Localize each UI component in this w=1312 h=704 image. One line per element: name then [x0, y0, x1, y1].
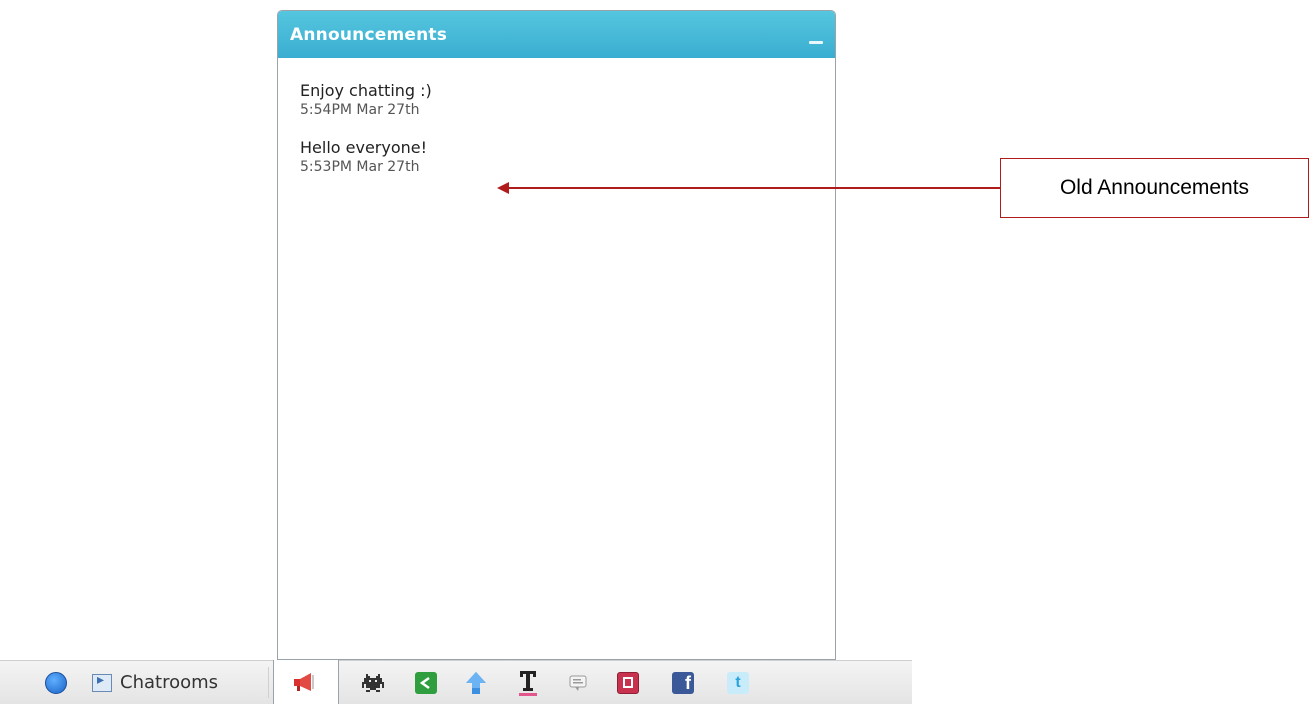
chatrooms-icon [92, 672, 112, 692]
twitter-button[interactable]: t [720, 661, 756, 704]
announcement-item: Hello everyone! 5:53PM Mar 27th [300, 137, 835, 176]
text-format-icon [519, 670, 537, 696]
announcement-item: Enjoy chatting :) 5:54PM Mar 27th [300, 80, 835, 119]
chat-bubble-icon [569, 675, 587, 691]
bottom-toolbar: Chatrooms [0, 660, 912, 704]
home-globe-icon [45, 671, 67, 694]
space-invader-icon [362, 673, 384, 692]
text-format-button[interactable] [510, 661, 546, 704]
announcement-timestamp: 5:54PM Mar 27th [300, 102, 420, 118]
announcement-text: Hello everyone! [300, 138, 428, 157]
facebook-icon: f [672, 671, 694, 694]
chatrooms-button[interactable]: Chatrooms [88, 661, 268, 704]
old-announcements-callout: Old Announcements [1000, 158, 1309, 218]
upload-button[interactable] [458, 661, 494, 704]
facebook-button[interactable]: f [665, 661, 701, 704]
megaphone-icon [294, 673, 314, 691]
share-icon [415, 671, 437, 694]
chatrooms-label: Chatrooms [120, 672, 219, 693]
announcements-tab[interactable] [273, 660, 339, 704]
home-button[interactable] [40, 661, 72, 704]
twitter-icon: t [727, 671, 749, 694]
announcements-panel: Announcements Enjoy chatting :) 5:54PM M… [277, 10, 836, 660]
games-button[interactable] [355, 661, 391, 704]
share-button[interactable] [408, 661, 444, 704]
panel-title: Announcements [290, 24, 448, 45]
callout-arrow [497, 182, 1000, 194]
panel-header: Announcements [278, 11, 835, 58]
announcement-text: Enjoy chatting :) [300, 81, 432, 100]
save-icon [617, 671, 639, 694]
announcement-timestamp: 5:53PM Mar 27th [300, 159, 420, 175]
minimize-icon[interactable] [809, 32, 823, 46]
announcement-list: Enjoy chatting :) 5:54PM Mar 27th Hello … [278, 58, 835, 176]
upload-arrow-icon [466, 671, 486, 694]
save-button[interactable] [610, 661, 646, 704]
divider [268, 667, 269, 698]
chat-bubble-button[interactable] [560, 661, 596, 704]
